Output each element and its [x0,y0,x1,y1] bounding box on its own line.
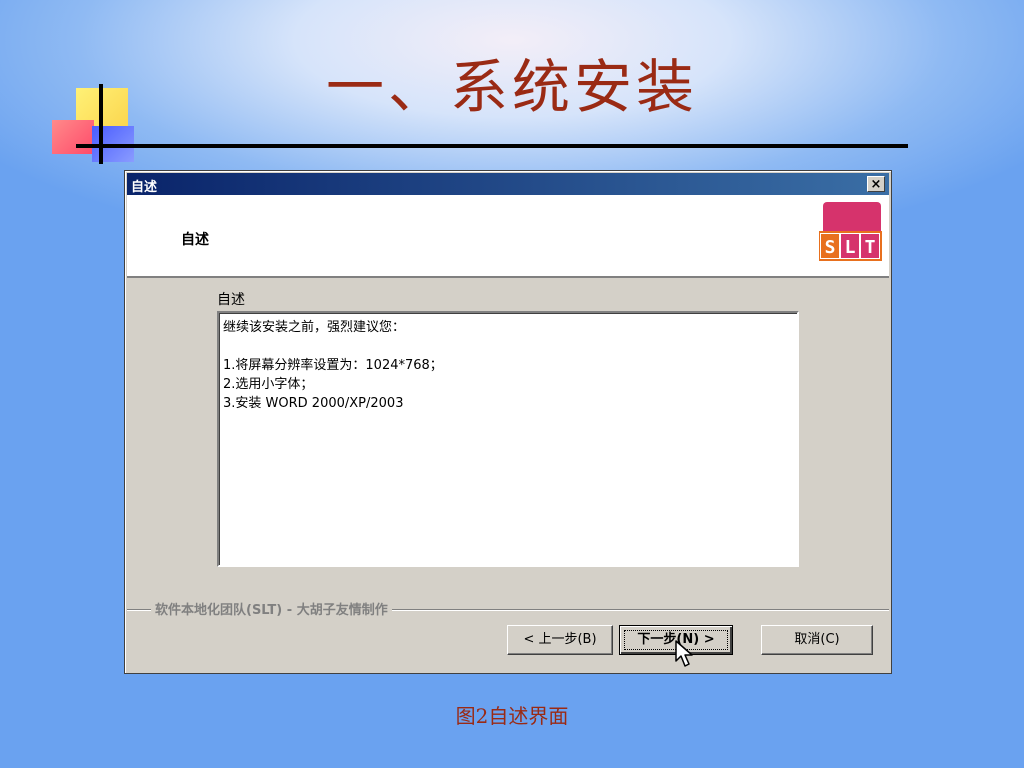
cancel-button[interactable]: 取消(C) [761,625,873,655]
installer-dialog: 自述 × 自述 S L T 自述 继续该安装之前，强烈建议您： 1.将屏幕分辨率设… [124,170,892,674]
readme-line: 2.选用小字体； [223,377,314,392]
dialog-window-title: 自述 [131,180,158,195]
readme-section-label: 自述 [217,292,245,308]
brand-label: 软件本地化团队(SLT) - 大胡子友情制作 [151,599,392,618]
header-title: 自述 [181,232,209,248]
figure-caption: 图2自述界面 [455,704,569,728]
red-square-decoration [52,120,94,154]
back-button-label: < 上一步(B) [523,632,597,647]
dialog-header: 自述 S L T [127,195,889,278]
svg-text:S: S [825,237,836,258]
svg-text:T: T [865,237,876,258]
title-underline [96,144,908,148]
close-icon: × [870,177,882,192]
svg-text:L: L [845,237,856,258]
dialog-titlebar[interactable]: 自述 × [127,173,889,195]
slt-logo: S L T [819,202,882,261]
readme-line: 3.安装 WORD 2000/XP/2003 [223,396,404,411]
slide-title: 一、系统安装 [325,53,698,121]
readme-text-area[interactable]: 继续该安装之前，强烈建议您： 1.将屏幕分辨率设置为：1024*768； 2.选用小… [217,311,799,567]
cancel-button-label: 取消(C) [794,632,840,647]
readme-line: 继续该安装之前，强烈建议您： [223,320,406,335]
readme-line: 1.将屏幕分辨率设置为：1024*768； [223,358,443,373]
close-button[interactable]: × [867,176,885,192]
back-button[interactable]: < 上一步(B) [507,625,613,655]
readme-line [223,337,793,356]
mouse-pointer-icon [675,640,693,667]
